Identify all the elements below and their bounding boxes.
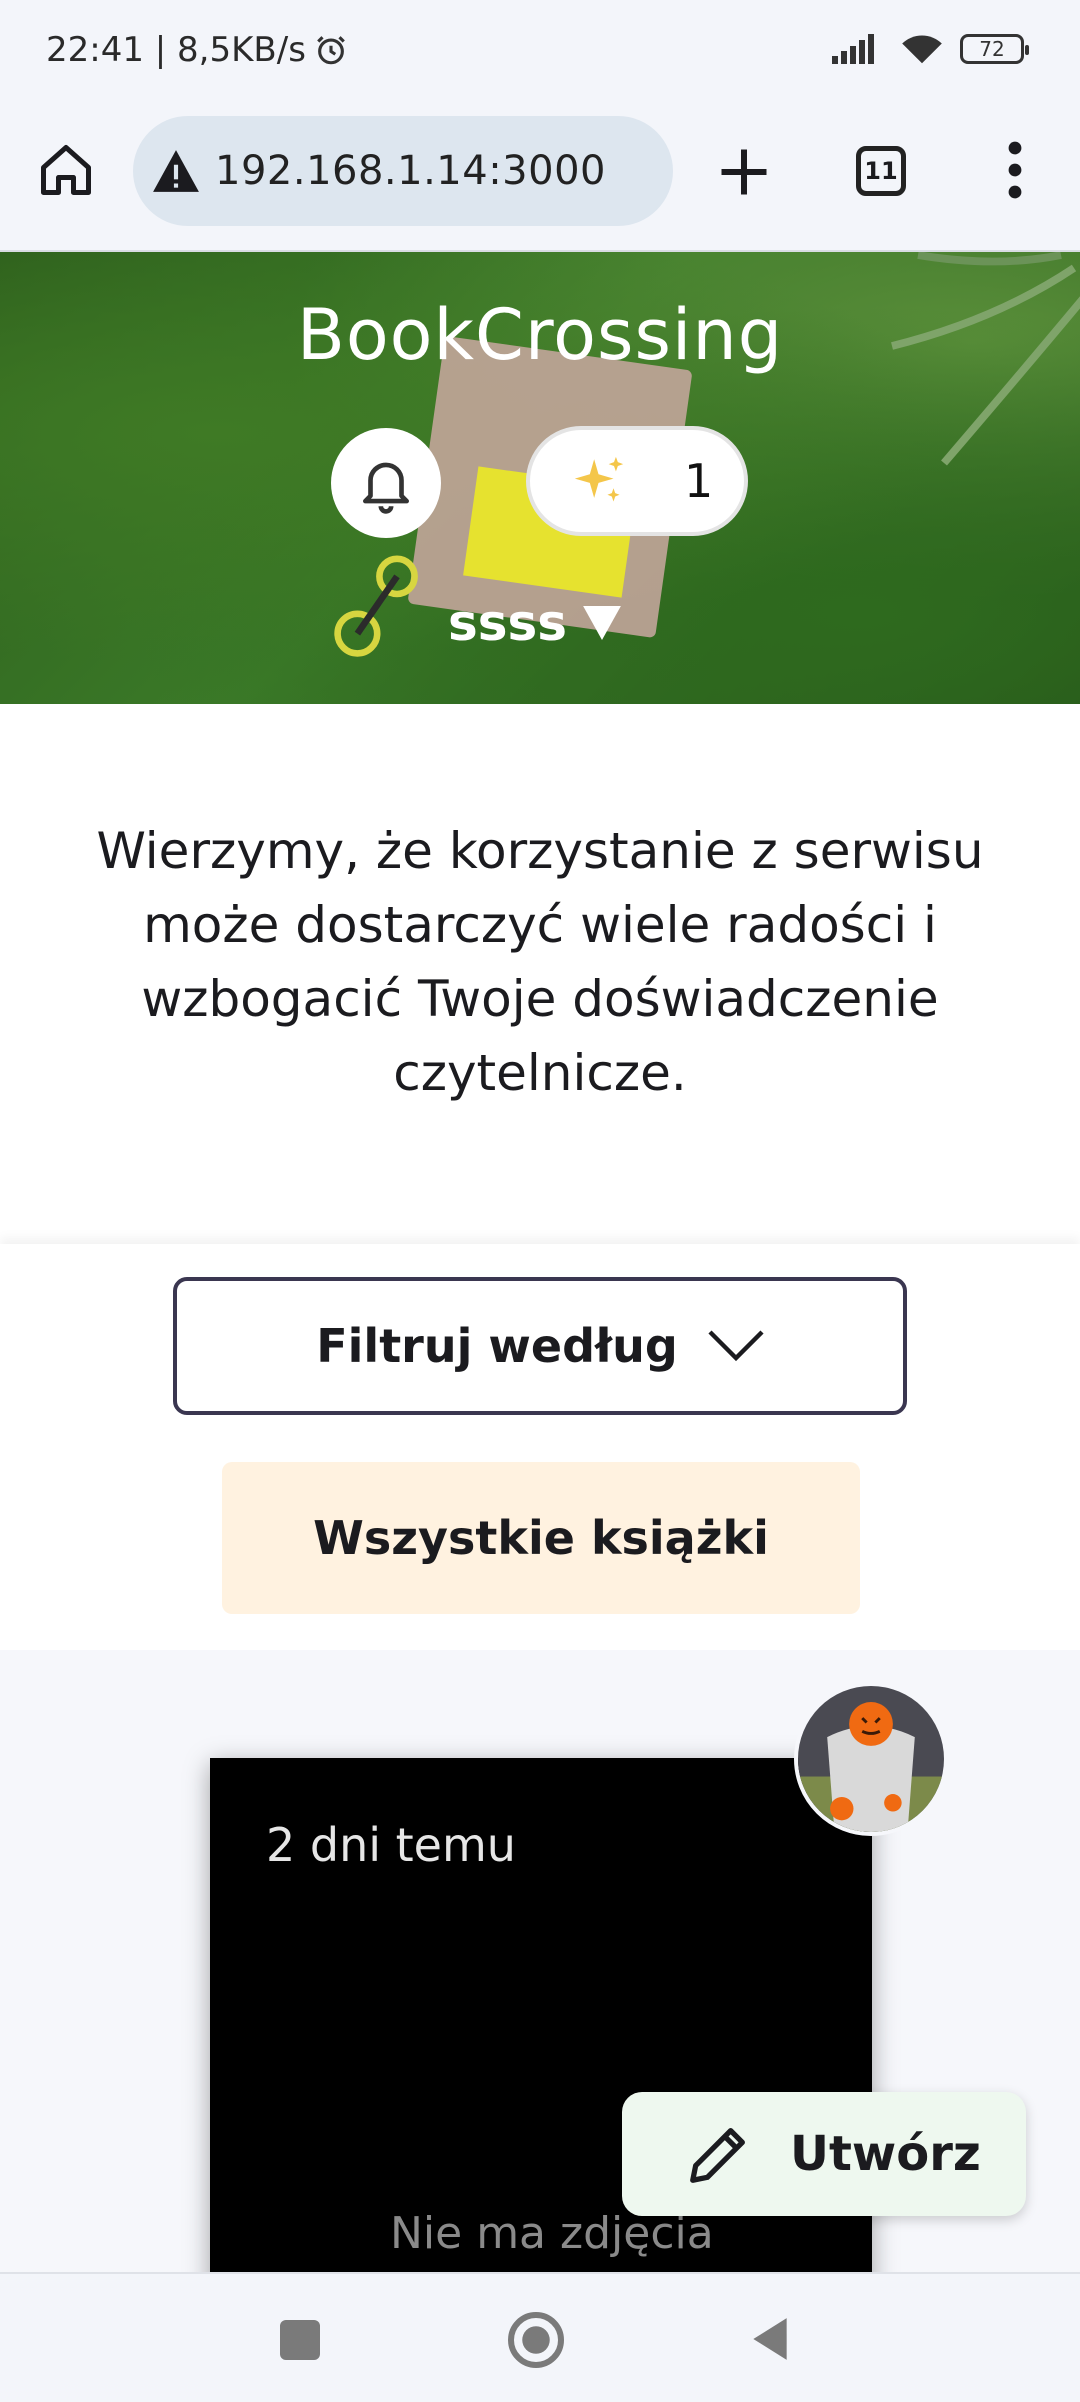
status-right: 72 bbox=[832, 32, 1029, 66]
points-count: 1 bbox=[684, 454, 714, 508]
tab-count: 11 bbox=[864, 157, 898, 185]
intro-text: Wierzymy, że korzystanie z serwisu może … bbox=[96, 822, 984, 1102]
filter-dropdown[interactable]: Filtruj według bbox=[173, 1277, 907, 1415]
bell-icon bbox=[363, 462, 409, 514]
chevron-down-icon bbox=[708, 1330, 764, 1362]
back-icon[interactable] bbox=[748, 2314, 792, 2364]
intro-section: Wierzymy, że korzystanie z serwisu może … bbox=[0, 704, 1080, 1244]
filter-label: Filtruj według bbox=[316, 1319, 678, 1373]
all-books-button[interactable]: Wszystkie książki bbox=[222, 1462, 860, 1614]
alarm-icon bbox=[317, 36, 345, 65]
card-time: 2 dni temu bbox=[266, 1818, 516, 1872]
caret-down-icon bbox=[583, 606, 621, 640]
system-nav-bar bbox=[0, 2272, 1080, 2402]
pencil-icon bbox=[690, 2128, 745, 2183]
palm-leaves-decoration bbox=[891, 252, 1080, 466]
bicycle-decoration bbox=[334, 555, 418, 657]
hero-banner: BookCrossing 1 ssss bbox=[0, 252, 1080, 704]
user-menu[interactable]: ssss bbox=[448, 594, 621, 652]
nav-home-icon[interactable] bbox=[506, 2310, 566, 2370]
status-bar: 22:41 | 8,5KB/s 72 bbox=[0, 0, 1080, 100]
warning-icon[interactable] bbox=[151, 148, 201, 194]
sparkles-icon bbox=[574, 456, 624, 502]
wifi-icon bbox=[902, 35, 942, 64]
recent-apps-button[interactable] bbox=[280, 2320, 320, 2360]
book-feed: 2 dni temu Nie ma zdjęcia Utwórz bbox=[0, 1650, 1080, 2272]
url-text[interactable]: 192.168.1.14:3000 bbox=[215, 148, 606, 194]
signal-icon bbox=[832, 34, 874, 64]
avatar[interactable] bbox=[794, 1682, 948, 1836]
create-button[interactable]: Utwórz bbox=[622, 2092, 1026, 2216]
notifications-button[interactable] bbox=[331, 428, 441, 538]
avatar-image bbox=[798, 1686, 944, 1832]
filters-section: Filtruj według Wszystkie książki bbox=[0, 1244, 1080, 1650]
more-vert-icon[interactable] bbox=[998, 140, 1032, 200]
create-label: Utwórz bbox=[790, 2126, 981, 2182]
plus-icon[interactable] bbox=[714, 142, 774, 202]
browser-toolbar: 192.168.1.14:3000 11 bbox=[0, 100, 1080, 252]
username: ssss bbox=[448, 594, 568, 652]
status-time: 22:41 | 8,5KB/s bbox=[46, 30, 306, 70]
battery-indicator: 72 bbox=[960, 34, 1029, 64]
tab-switcher-button[interactable]: 11 bbox=[856, 146, 906, 196]
home-icon[interactable] bbox=[36, 140, 96, 200]
all-books-label: Wszystkie książki bbox=[313, 1511, 769, 1565]
site-title[interactable]: BookCrossing bbox=[0, 294, 1080, 376]
points-badge[interactable]: 1 bbox=[526, 426, 748, 536]
url-bar[interactable]: 192.168.1.14:3000 bbox=[133, 116, 673, 226]
status-left: 22:41 | 8,5KB/s bbox=[46, 30, 348, 70]
